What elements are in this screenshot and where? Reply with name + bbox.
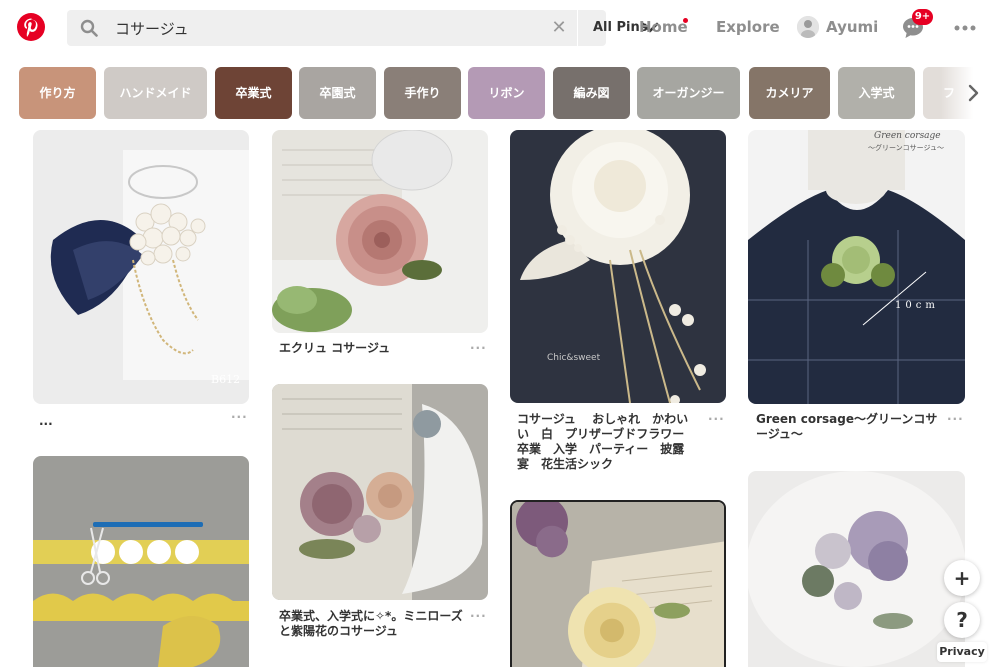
chip-ribbon[interactable]: リボン bbox=[468, 67, 545, 119]
pin-image-green-corsage[interactable]: Green corsage 〜グリーンコサージュ〜 10cm bbox=[748, 130, 965, 404]
pin-caption[interactable]: エクリュ コサージュ bbox=[279, 341, 390, 356]
chip-organza[interactable]: オーガンジー bbox=[637, 67, 740, 119]
avatar[interactable] bbox=[797, 16, 819, 38]
home-notification-dot bbox=[683, 18, 688, 23]
pin-image-yellow-dahlia-corsage[interactable] bbox=[510, 500, 726, 667]
pin-caption[interactable]: Green corsage〜グリーンコサージュ〜 bbox=[756, 412, 942, 442]
nav-home-link[interactable]: Home bbox=[639, 18, 688, 36]
pin-image-purple-corsage[interactable] bbox=[748, 471, 965, 667]
image-text-measurement: 10cm bbox=[895, 300, 939, 311]
chip-camellia[interactable]: カメリア bbox=[749, 67, 830, 119]
watermark-chic-sweet: Chic&sweet bbox=[547, 353, 601, 363]
close-icon[interactable]: ✕ bbox=[550, 19, 568, 37]
top-bar: ✕ All Pins Home Explore Ayumi 9+ bbox=[0, 0, 1000, 56]
notification-badge: 9+ bbox=[912, 9, 933, 25]
pin-caption[interactable]: ... bbox=[39, 414, 53, 429]
pin-image-white-rose-corsage[interactable]: Chic&sweet bbox=[510, 130, 726, 403]
pin-caption[interactable]: 卒業式、入学式に✧*。ミニローズと紫陽花のコサージュ bbox=[279, 609, 465, 639]
nav-explore-link[interactable]: Explore bbox=[716, 18, 780, 36]
pin-more-button[interactable]: ··· bbox=[470, 341, 487, 355]
help-button[interactable]: ? bbox=[944, 602, 980, 638]
pin-image-pearl-ribbon-corsage[interactable]: B612 bbox=[33, 130, 249, 404]
search-input[interactable] bbox=[115, 17, 495, 39]
category-chips: 作り方 ハンドメイド 卒業式 卒園式 手作り リボン 編み図 オーガンジー カメ… bbox=[0, 67, 1000, 119]
pin-more-button[interactable]: ··· bbox=[231, 410, 248, 424]
chip-handmade[interactable]: ハンドメイド bbox=[104, 67, 207, 119]
nav-user-link[interactable]: Ayumi bbox=[826, 18, 878, 36]
search-icon bbox=[80, 19, 98, 37]
chip-tezukuri[interactable]: 手作り bbox=[384, 67, 461, 119]
image-text-green-corsage: Green corsage bbox=[874, 131, 941, 141]
add-button[interactable]: + bbox=[944, 560, 980, 596]
chip-tsukurikata[interactable]: 作り方 bbox=[19, 67, 96, 119]
pin-image-mini-rose-corsage[interactable] bbox=[272, 384, 488, 600]
more-dots-icon[interactable] bbox=[953, 19, 977, 37]
pin-more-button[interactable]: ··· bbox=[708, 412, 725, 426]
pinterest-logo-icon[interactable] bbox=[17, 13, 45, 41]
chip-amizu[interactable]: 編み図 bbox=[553, 67, 630, 119]
chip-sotsuenshiki[interactable]: 卒園式 bbox=[299, 67, 376, 119]
pin-more-button[interactable]: ··· bbox=[947, 412, 964, 426]
watermark-b612: B612 bbox=[211, 373, 241, 386]
chevron-right-icon bbox=[968, 84, 979, 102]
chips-scroll-right[interactable] bbox=[940, 67, 1000, 119]
pin-more-button[interactable]: ··· bbox=[470, 609, 487, 623]
pin-image-ecru-corsage[interactable] bbox=[272, 130, 488, 333]
search-bar: ✕ All Pins bbox=[67, 10, 659, 46]
image-text-green-corsage-jp: 〜グリーンコサージュ〜 bbox=[868, 144, 945, 152]
pin-caption[interactable]: コサージュ おしゃれ かわいい 白 プリザーブドフラワー 卒業 入学 パーティー… bbox=[517, 412, 696, 472]
privacy-link[interactable]: Privacy bbox=[937, 642, 987, 662]
chip-sotsugyoshiki[interactable]: 卒業式 bbox=[215, 67, 292, 119]
chip-nyugakushiki[interactable]: 入学式 bbox=[838, 67, 915, 119]
pin-image-corsage-tutorial[interactable] bbox=[33, 456, 249, 667]
